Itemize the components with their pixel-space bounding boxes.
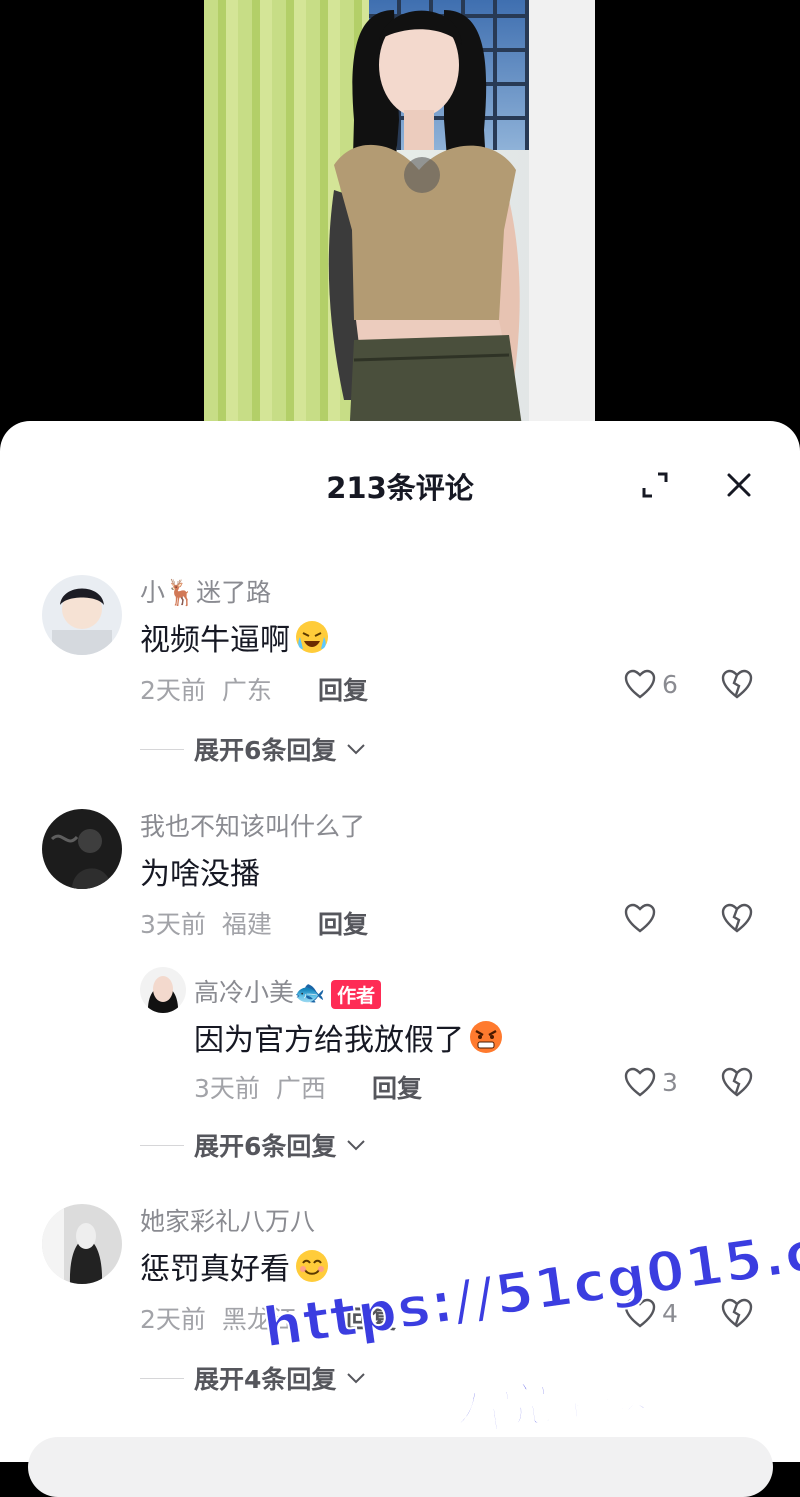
dislike-button[interactable] <box>720 1067 754 1101</box>
video-frame-person <box>328 10 524 440</box>
divider-line <box>140 748 184 750</box>
like-count: 6 <box>662 669 678 699</box>
comment-meta: 2天前 广东 <box>140 671 272 707</box>
comment-location: 福建 <box>221 910 272 939</box>
comment-input-bar[interactable] <box>28 1437 773 1497</box>
reply-text: 因为官方给我放假了 <box>194 1015 504 1059</box>
expand-replies-button[interactable]: 展开6条回复 <box>140 731 366 767</box>
chevron-down-icon <box>347 1140 366 1151</box>
comment-username[interactable]: 她家彩礼八万八 <box>140 1202 315 1238</box>
dislike-button[interactable] <box>720 903 754 937</box>
reply-button[interactable]: 回复 <box>372 1069 422 1105</box>
comment-time: 2天前 <box>140 1305 206 1334</box>
reply-time: 3天前 <box>194 1074 260 1103</box>
reply-button[interactable]: 回复 <box>318 905 368 941</box>
reply-button[interactable]: 回复 <box>318 671 368 707</box>
heart-icon <box>624 669 656 699</box>
avatar[interactable] <box>42 809 122 889</box>
broken-heart-icon <box>721 1298 753 1328</box>
expand-replies-label: 展开4条回复 <box>194 1365 337 1394</box>
comment-text: 惩罚真好看 <box>140 1244 330 1288</box>
comment-time: 2天前 <box>140 676 206 705</box>
comment-count-title: 213条评论 <box>326 471 474 505</box>
close-icon <box>727 473 751 497</box>
expand-replies-button[interactable]: 展开6条回复 <box>140 1127 366 1163</box>
chevron-down-icon <box>347 1373 366 1384</box>
author-badge: 作者 <box>331 979 382 1009</box>
reply-text-content: 因为官方给我放假了 <box>194 1023 464 1058</box>
reply-meta: 3天前 广西 <box>194 1069 326 1105</box>
like-button[interactable]: 3 <box>624 1067 678 1097</box>
broken-heart-icon <box>721 669 753 699</box>
angry-face-emoji-icon <box>470 1021 502 1053</box>
expand-icon <box>642 472 668 498</box>
smiling-emoji-icon <box>296 1250 328 1282</box>
expand-replies-button[interactable]: 展开4条回复 <box>140 1360 366 1396</box>
comment-location: 广东 <box>221 676 272 705</box>
avatar[interactable] <box>42 575 122 655</box>
comment-username[interactable]: 我也不知该叫什么了 <box>140 807 365 843</box>
comment-text: 为啥没播 <box>140 857 260 892</box>
video-player[interactable] <box>204 0 595 440</box>
comment-meta: 3天前 福建 <box>140 905 272 941</box>
close-button[interactable] <box>719 465 759 505</box>
expand-replies-label: 展开6条回复 <box>194 1132 337 1161</box>
like-button[interactable]: 6 <box>624 669 678 699</box>
divider-line <box>140 1144 184 1146</box>
comment-username[interactable]: 小🦌迷了路 <box>140 573 271 609</box>
expand-replies-label: 展开6条回复 <box>194 736 337 765</box>
comment-text-content: 惩罚真好看 <box>140 1252 290 1287</box>
avatar[interactable] <box>42 1204 122 1284</box>
chevron-down-icon <box>347 744 366 755</box>
avatar[interactable] <box>140 967 186 1013</box>
heart-icon <box>624 1067 656 1097</box>
fullscreen-button[interactable] <box>635 465 675 505</box>
dislike-button[interactable] <box>720 669 754 703</box>
broken-heart-icon <box>721 1067 753 1097</box>
comment-time: 3天前 <box>140 910 206 939</box>
heart-icon <box>624 903 656 933</box>
reply-username[interactable]: 高冷小美🐟 <box>194 978 325 1007</box>
divider-line <box>140 1377 184 1379</box>
dislike-button[interactable] <box>720 1298 754 1332</box>
reply-location: 广西 <box>275 1074 326 1103</box>
comment-text-content: 视频牛逼啊 <box>140 623 290 658</box>
like-button[interactable] <box>624 903 656 933</box>
broken-heart-icon <box>721 903 753 933</box>
like-count: 3 <box>662 1067 678 1097</box>
crying-laughing-emoji-icon <box>296 621 328 653</box>
comment-text: 视频牛逼啊 <box>140 615 330 659</box>
reply-username-row: 高冷小美🐟 作者 <box>194 973 382 1009</box>
